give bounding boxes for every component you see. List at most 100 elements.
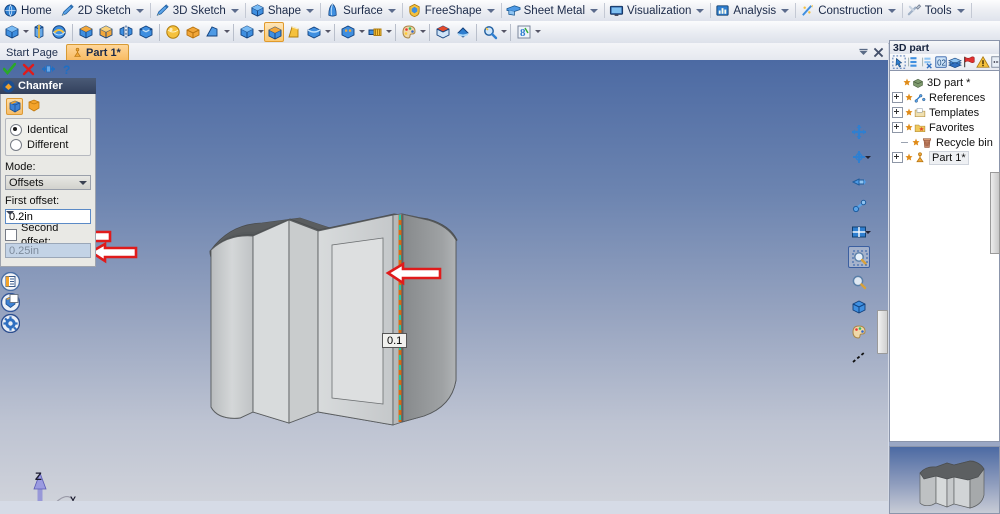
menu-item-2d-sketch[interactable]: 2D Sketch xyxy=(57,1,149,20)
chevron-down-icon[interactable] xyxy=(865,230,871,236)
dashed-line-icon[interactable] xyxy=(848,346,870,368)
chevron-down-icon[interactable] xyxy=(590,6,599,15)
preview-shield-icon[interactable] xyxy=(1,293,20,312)
radio-different[interactable]: Different xyxy=(10,137,86,152)
zoom-window-icon[interactable] xyxy=(848,171,870,193)
chevron-down-icon[interactable] xyxy=(857,46,870,59)
settings-gear-icon[interactable] xyxy=(1,314,20,333)
first-offset-input[interactable]: 0.2in xyxy=(5,209,91,224)
chevron-down-icon[interactable] xyxy=(22,22,29,42)
chevron-down-icon[interactable] xyxy=(79,180,87,188)
expand-tree-icon[interactable] xyxy=(906,55,920,69)
chamfer-face-mode-icon[interactable] xyxy=(26,98,43,115)
dimension-callout[interactable]: 0.1 xyxy=(382,333,407,348)
cancel-x-icon[interactable] xyxy=(22,63,35,76)
magnify-select-icon[interactable] xyxy=(848,246,870,268)
chevron-down-icon[interactable] xyxy=(223,22,230,42)
menu-item-sheet-metal[interactable]: Sheet Metal xyxy=(503,1,603,20)
chevron-down-icon[interactable] xyxy=(306,6,315,15)
draft-icon[interactable] xyxy=(203,22,223,42)
chevron-down-icon[interactable] xyxy=(487,6,496,15)
expand-toggle[interactable] xyxy=(892,107,903,118)
radio-identical-dot[interactable] xyxy=(10,124,22,136)
chamfer-edge-mode-icon[interactable] xyxy=(6,98,23,115)
expand-toggle[interactable] xyxy=(892,152,903,163)
menu-item-home[interactable]: Home xyxy=(0,1,57,20)
tree-node-templates[interactable]: Templates xyxy=(892,105,999,120)
more-icon[interactable] xyxy=(990,55,1000,69)
second-offset-checkbox-row[interactable]: Second offset: xyxy=(5,227,91,242)
palette-material-icon[interactable] xyxy=(399,22,419,42)
menu-item-surface[interactable]: Surface xyxy=(322,1,401,20)
boolean-subtract-icon[interactable] xyxy=(96,22,116,42)
fillet-icon[interactable] xyxy=(237,22,257,42)
chevron-down-icon[interactable] xyxy=(865,155,871,161)
palette-icon[interactable] xyxy=(848,321,870,343)
filter-icon[interactable]: 02 xyxy=(934,55,948,69)
mirror-icon[interactable] xyxy=(116,22,136,42)
list-options-icon[interactable] xyxy=(1,272,20,291)
chevron-down-icon[interactable] xyxy=(534,22,541,42)
tree-node-3d-part-[interactable]: 3D part * xyxy=(892,75,999,90)
pan-icon[interactable] xyxy=(848,121,870,143)
menu-item-visualization[interactable]: Visualization xyxy=(606,1,709,20)
chevron-down-icon[interactable] xyxy=(696,6,705,15)
box-prim-icon[interactable] xyxy=(183,22,203,42)
layers-icon[interactable] xyxy=(948,55,962,69)
thread-icon[interactable] xyxy=(365,22,385,42)
shell-icon[interactable] xyxy=(136,22,156,42)
apply-icon[interactable] xyxy=(41,63,54,76)
chevron-down-icon[interactable] xyxy=(888,6,897,15)
tree-scrollbar[interactable] xyxy=(990,172,1000,254)
measure-icon[interactable] xyxy=(480,22,500,42)
sphere-icon[interactable] xyxy=(163,22,183,42)
tree-node-references[interactable]: References xyxy=(892,90,999,105)
tree-node-favorites[interactable]: Favorites xyxy=(892,120,999,135)
tab-start-page[interactable]: Start Page xyxy=(0,44,66,60)
view-layout-icon[interactable] xyxy=(848,221,870,243)
second-offset-checkbox[interactable] xyxy=(5,229,17,241)
text-annotation-icon[interactable]: 8 xyxy=(514,22,534,42)
magnify-icon[interactable] xyxy=(848,271,870,293)
menu-item-tools[interactable]: Tools xyxy=(904,1,970,20)
extrude-icon[interactable] xyxy=(2,22,22,42)
shade-box-icon[interactable] xyxy=(848,296,870,318)
close-icon[interactable] xyxy=(872,46,885,59)
chevron-down-icon[interactable] xyxy=(419,22,426,42)
3d-model-render[interactable] xyxy=(0,60,888,501)
sweep-icon[interactable] xyxy=(49,22,69,42)
chevron-down-icon[interactable] xyxy=(388,6,397,15)
menu-item-freeshape[interactable]: FreeShape xyxy=(404,1,500,20)
chevron-down-icon[interactable] xyxy=(257,22,264,42)
model-tree[interactable]: 3D part *ReferencesTemplatesFavoritesRec… xyxy=(889,70,1000,442)
collapse-tree-icon[interactable] xyxy=(920,55,934,69)
warning-icon[interactable] xyxy=(976,55,990,69)
radio-different-dot[interactable] xyxy=(10,139,22,151)
section-box-icon[interactable] xyxy=(433,22,453,42)
menu-item-shape[interactable]: Shape xyxy=(247,1,319,20)
chevron-down-icon[interactable] xyxy=(231,6,240,15)
menu-item-construction[interactable]: Construction xyxy=(797,1,901,20)
chevron-down-icon[interactable] xyxy=(500,22,507,42)
pattern-icon[interactable] xyxy=(338,22,358,42)
boolean-add-icon[interactable] xyxy=(76,22,96,42)
flag-red-icon[interactable] xyxy=(962,55,976,69)
chevron-down-icon[interactable] xyxy=(324,22,331,42)
3d-viewport[interactable]: 0.1 xyxy=(0,60,888,501)
chamfer-dialog[interactable]: ? Chamfer xyxy=(0,60,96,335)
menu-item-analysis[interactable]: Analysis xyxy=(712,1,794,20)
expand-toggle[interactable] xyxy=(892,122,903,133)
taper-icon[interactable] xyxy=(284,22,304,42)
mode-combobox[interactable]: Offsets xyxy=(5,175,91,190)
tab-part-1-[interactable]: Part 1* xyxy=(66,44,129,60)
chevron-down-icon[interactable] xyxy=(358,22,365,42)
radio-identical[interactable]: Identical xyxy=(10,122,86,137)
ok-check-icon[interactable] xyxy=(3,63,16,76)
revolve-icon[interactable] xyxy=(29,22,49,42)
expand-toggle[interactable] xyxy=(892,92,903,103)
fill-bucket-icon[interactable] xyxy=(453,22,473,42)
help-question-icon[interactable]: ? xyxy=(60,63,73,76)
chamfer-icon[interactable] xyxy=(264,22,284,42)
viewport-scrollbar[interactable] xyxy=(877,310,888,354)
chevron-down-icon[interactable] xyxy=(385,22,392,42)
